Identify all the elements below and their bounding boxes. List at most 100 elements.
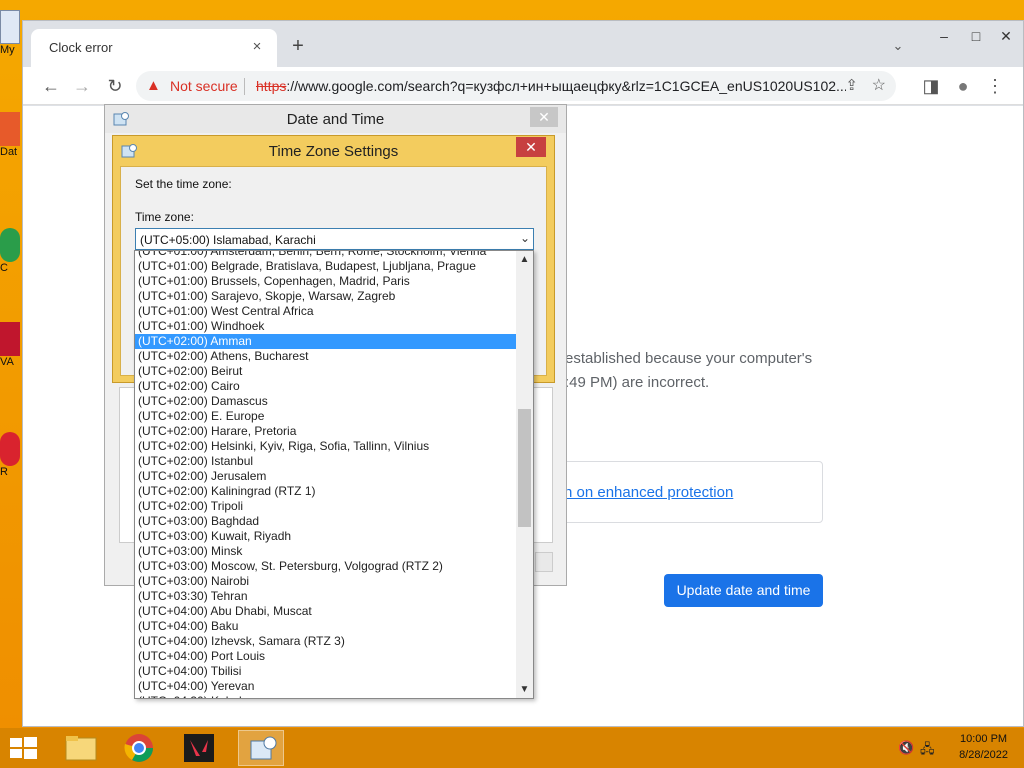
close-window-button[interactable]: ✕ [991, 25, 1021, 47]
time-zone-dropdown-list: (UTC+01:00) Amsterdam, Berlin, Bern, Rom… [134, 250, 534, 699]
time-zone-option[interactable]: (UTC+04:30) Kabul [135, 694, 516, 698]
close-tab-icon[interactable]: × [247, 37, 267, 57]
time-zone-option[interactable]: (UTC+03:00) Nairobi [135, 574, 516, 589]
dialog-title: Time Zone Settings [268, 143, 399, 160]
desktop-icon-va[interactable]: VA [0, 322, 22, 368]
system-clock[interactable]: 10:00 PM 8/28/2022 [959, 731, 1008, 763]
time-zone-option[interactable]: (UTC+04:00) Port Louis [135, 649, 516, 664]
time-zone-option[interactable]: (UTC+02:00) E. Europe [135, 409, 516, 424]
close-dialog-button[interactable]: ✕ [530, 107, 558, 127]
time-zone-option[interactable]: (UTC+04:00) Baku [135, 619, 516, 634]
scroll-down-icon[interactable]: ▼ [516, 681, 533, 698]
folder-icon [65, 736, 97, 761]
update-date-time-button[interactable]: Update date and time [664, 574, 823, 607]
maximize-button[interactable]: □ [961, 25, 991, 47]
menu-kebab-icon[interactable]: ⋮ [982, 73, 1008, 99]
error-text-line2: :49 PM) are incorrect. [565, 374, 710, 391]
taskbar-chrome[interactable] [116, 730, 162, 766]
computer-icon [0, 10, 20, 44]
url-rest: ://www.google.com/search?q=кузфсл+ин+ыща… [286, 78, 846, 94]
time-zone-option[interactable]: (UTC+03:00) Minsk [135, 544, 516, 559]
time-zone-selected-value: (UTC+05:00) Islamabad, Karachi [140, 233, 316, 247]
not-secure-label[interactable]: Not secure [170, 78, 238, 94]
desktop-icon-dat[interactable]: Dat [0, 112, 22, 158]
dialog-titlebar[interactable]: Date and Time ✕ [105, 105, 566, 133]
valorant-icon [184, 734, 214, 762]
clock-time: 10:00 PM [959, 733, 1008, 745]
scroll-up-icon[interactable]: ▲ [516, 251, 533, 268]
url-text[interactable]: https://www.google.com/search?q=кузфсл+и… [256, 78, 846, 94]
app-icon [0, 432, 20, 466]
calendar-clock-icon [250, 736, 277, 760]
desktop-icon-my-computer[interactable]: My [0, 10, 22, 56]
minimize-button[interactable]: – [929, 25, 959, 47]
folder-icon [0, 112, 20, 146]
time-zone-option[interactable]: (UTC+03:00) Baghdad [135, 514, 516, 529]
desktop-icon-r[interactable]: R [0, 432, 22, 478]
chrome-icon [124, 734, 153, 762]
time-zone-option[interactable]: (UTC+02:00) Cairo [135, 379, 516, 394]
time-zone-option[interactable]: (UTC+02:00) Helsinki, Kyiv, Riga, Sofia,… [135, 439, 516, 454]
scrollbar[interactable]: ▲ ▼ [516, 251, 533, 698]
time-zone-option[interactable]: (UTC+04:00) Abu Dhabi, Muscat [135, 604, 516, 619]
time-zone-option[interactable]: (UTC+01:00) Brussels, Copenhagen, Madrid… [135, 274, 516, 289]
desktop-icon-c[interactable]: C [0, 228, 22, 274]
time-zone-option[interactable]: (UTC+02:00) Damascus [135, 394, 516, 409]
time-zone-option[interactable]: (UTC+02:00) Amman [135, 334, 516, 349]
time-zone-option[interactable]: (UTC+04:00) Tbilisi [135, 664, 516, 679]
time-zone-select[interactable]: (UTC+05:00) Islamabad, Karachi ⌄ [135, 228, 534, 250]
valorant-icon [0, 322, 20, 356]
new-tab-button[interactable]: + [286, 34, 310, 58]
side-panel-icon[interactable]: ◨ [918, 73, 944, 99]
time-zone-label: Time zone: [135, 210, 194, 224]
dialog-titlebar[interactable]: Time Zone Settings ✕ [113, 136, 554, 164]
network-icon[interactable]: 🖧 [920, 740, 935, 762]
bookmark-star-icon[interactable]: ☆ [872, 75, 886, 95]
desktop-icon-label: VA [0, 356, 14, 368]
url-scheme: https [256, 78, 287, 94]
profile-avatar-icon[interactable]: ● [950, 73, 976, 99]
volume-muted-icon[interactable]: 🔇 [898, 740, 914, 756]
scrollbar-thumb[interactable] [518, 409, 531, 527]
time-zone-option[interactable]: (UTC+03:00) Kuwait, Riyadh [135, 529, 516, 544]
divider [244, 78, 245, 95]
windows-start-icon[interactable] [8, 736, 38, 760]
tab-title: Clock error [49, 40, 113, 55]
desktop-icon-label: C [0, 262, 8, 274]
time-zone-option[interactable]: (UTC+01:00) Amsterdam, Berlin, Bern, Rom… [135, 251, 516, 259]
tab-clock-error[interactable]: Clock error × [31, 29, 277, 67]
taskbar: 🔇 🖧 10:00 PM 8/28/2022 [0, 728, 1024, 768]
time-zone-option[interactable]: (UTC+02:00) Athens, Bucharest [135, 349, 516, 364]
time-zone-option[interactable]: (UTC+02:00) Beirut [135, 364, 516, 379]
time-zone-option[interactable]: (UTC+02:00) Istanbul [135, 454, 516, 469]
error-text-line1: established because your computer's [565, 350, 813, 367]
time-zone-option[interactable]: (UTC+02:00) Jerusalem [135, 469, 516, 484]
close-dialog-button[interactable]: ✕ [516, 137, 546, 157]
chevron-down-icon[interactable]: ⌄ [520, 231, 530, 245]
time-zone-option[interactable]: (UTC+01:00) Windhoek [135, 319, 516, 334]
clock-date: 8/28/2022 [959, 749, 1008, 761]
forward-icon[interactable]: → [69, 73, 95, 99]
taskbar-file-explorer[interactable] [58, 730, 104, 766]
back-icon[interactable]: ← [38, 73, 64, 99]
address-bar[interactable]: ▲ Not secure https://www.google.com/sear… [136, 71, 896, 101]
tab-bar: Clock error × + ⌄ – □ ✕ [23, 21, 1023, 67]
time-zone-option[interactable]: (UTC+03:30) Tehran [135, 589, 516, 604]
taskbar-date-time[interactable] [238, 730, 284, 766]
share-icon[interactable]: ⇪ [845, 76, 858, 94]
time-zone-option[interactable]: (UTC+01:00) West Central Africa [135, 304, 516, 319]
time-zone-option[interactable]: (UTC+02:00) Kaliningrad (RTZ 1) [135, 484, 516, 499]
enhanced-protection-link[interactable]: n on enhanced protection [564, 484, 733, 501]
reload-icon[interactable]: ↻ [102, 73, 128, 99]
taskbar-valorant[interactable] [176, 730, 222, 766]
time-zone-option[interactable]: (UTC+01:00) Sarajevo, Skopje, Warsaw, Za… [135, 289, 516, 304]
time-zone-option[interactable]: (UTC+02:00) Harare, Pretoria [135, 424, 516, 439]
time-zone-option[interactable]: (UTC+02:00) Tripoli [135, 499, 516, 514]
time-zone-option[interactable]: (UTC+04:00) Yerevan [135, 679, 516, 694]
time-zone-option[interactable]: (UTC+04:00) Izhevsk, Samara (RTZ 3) [135, 634, 516, 649]
tab-search-icon[interactable]: ⌄ [887, 35, 909, 57]
time-zone-option[interactable]: (UTC+03:00) Moscow, St. Petersburg, Volg… [135, 559, 516, 574]
time-zone-option[interactable]: (UTC+01:00) Belgrade, Bratislava, Budape… [135, 259, 516, 274]
dialog-button[interactable] [535, 552, 553, 572]
warning-icon[interactable]: ▲ [146, 77, 161, 94]
